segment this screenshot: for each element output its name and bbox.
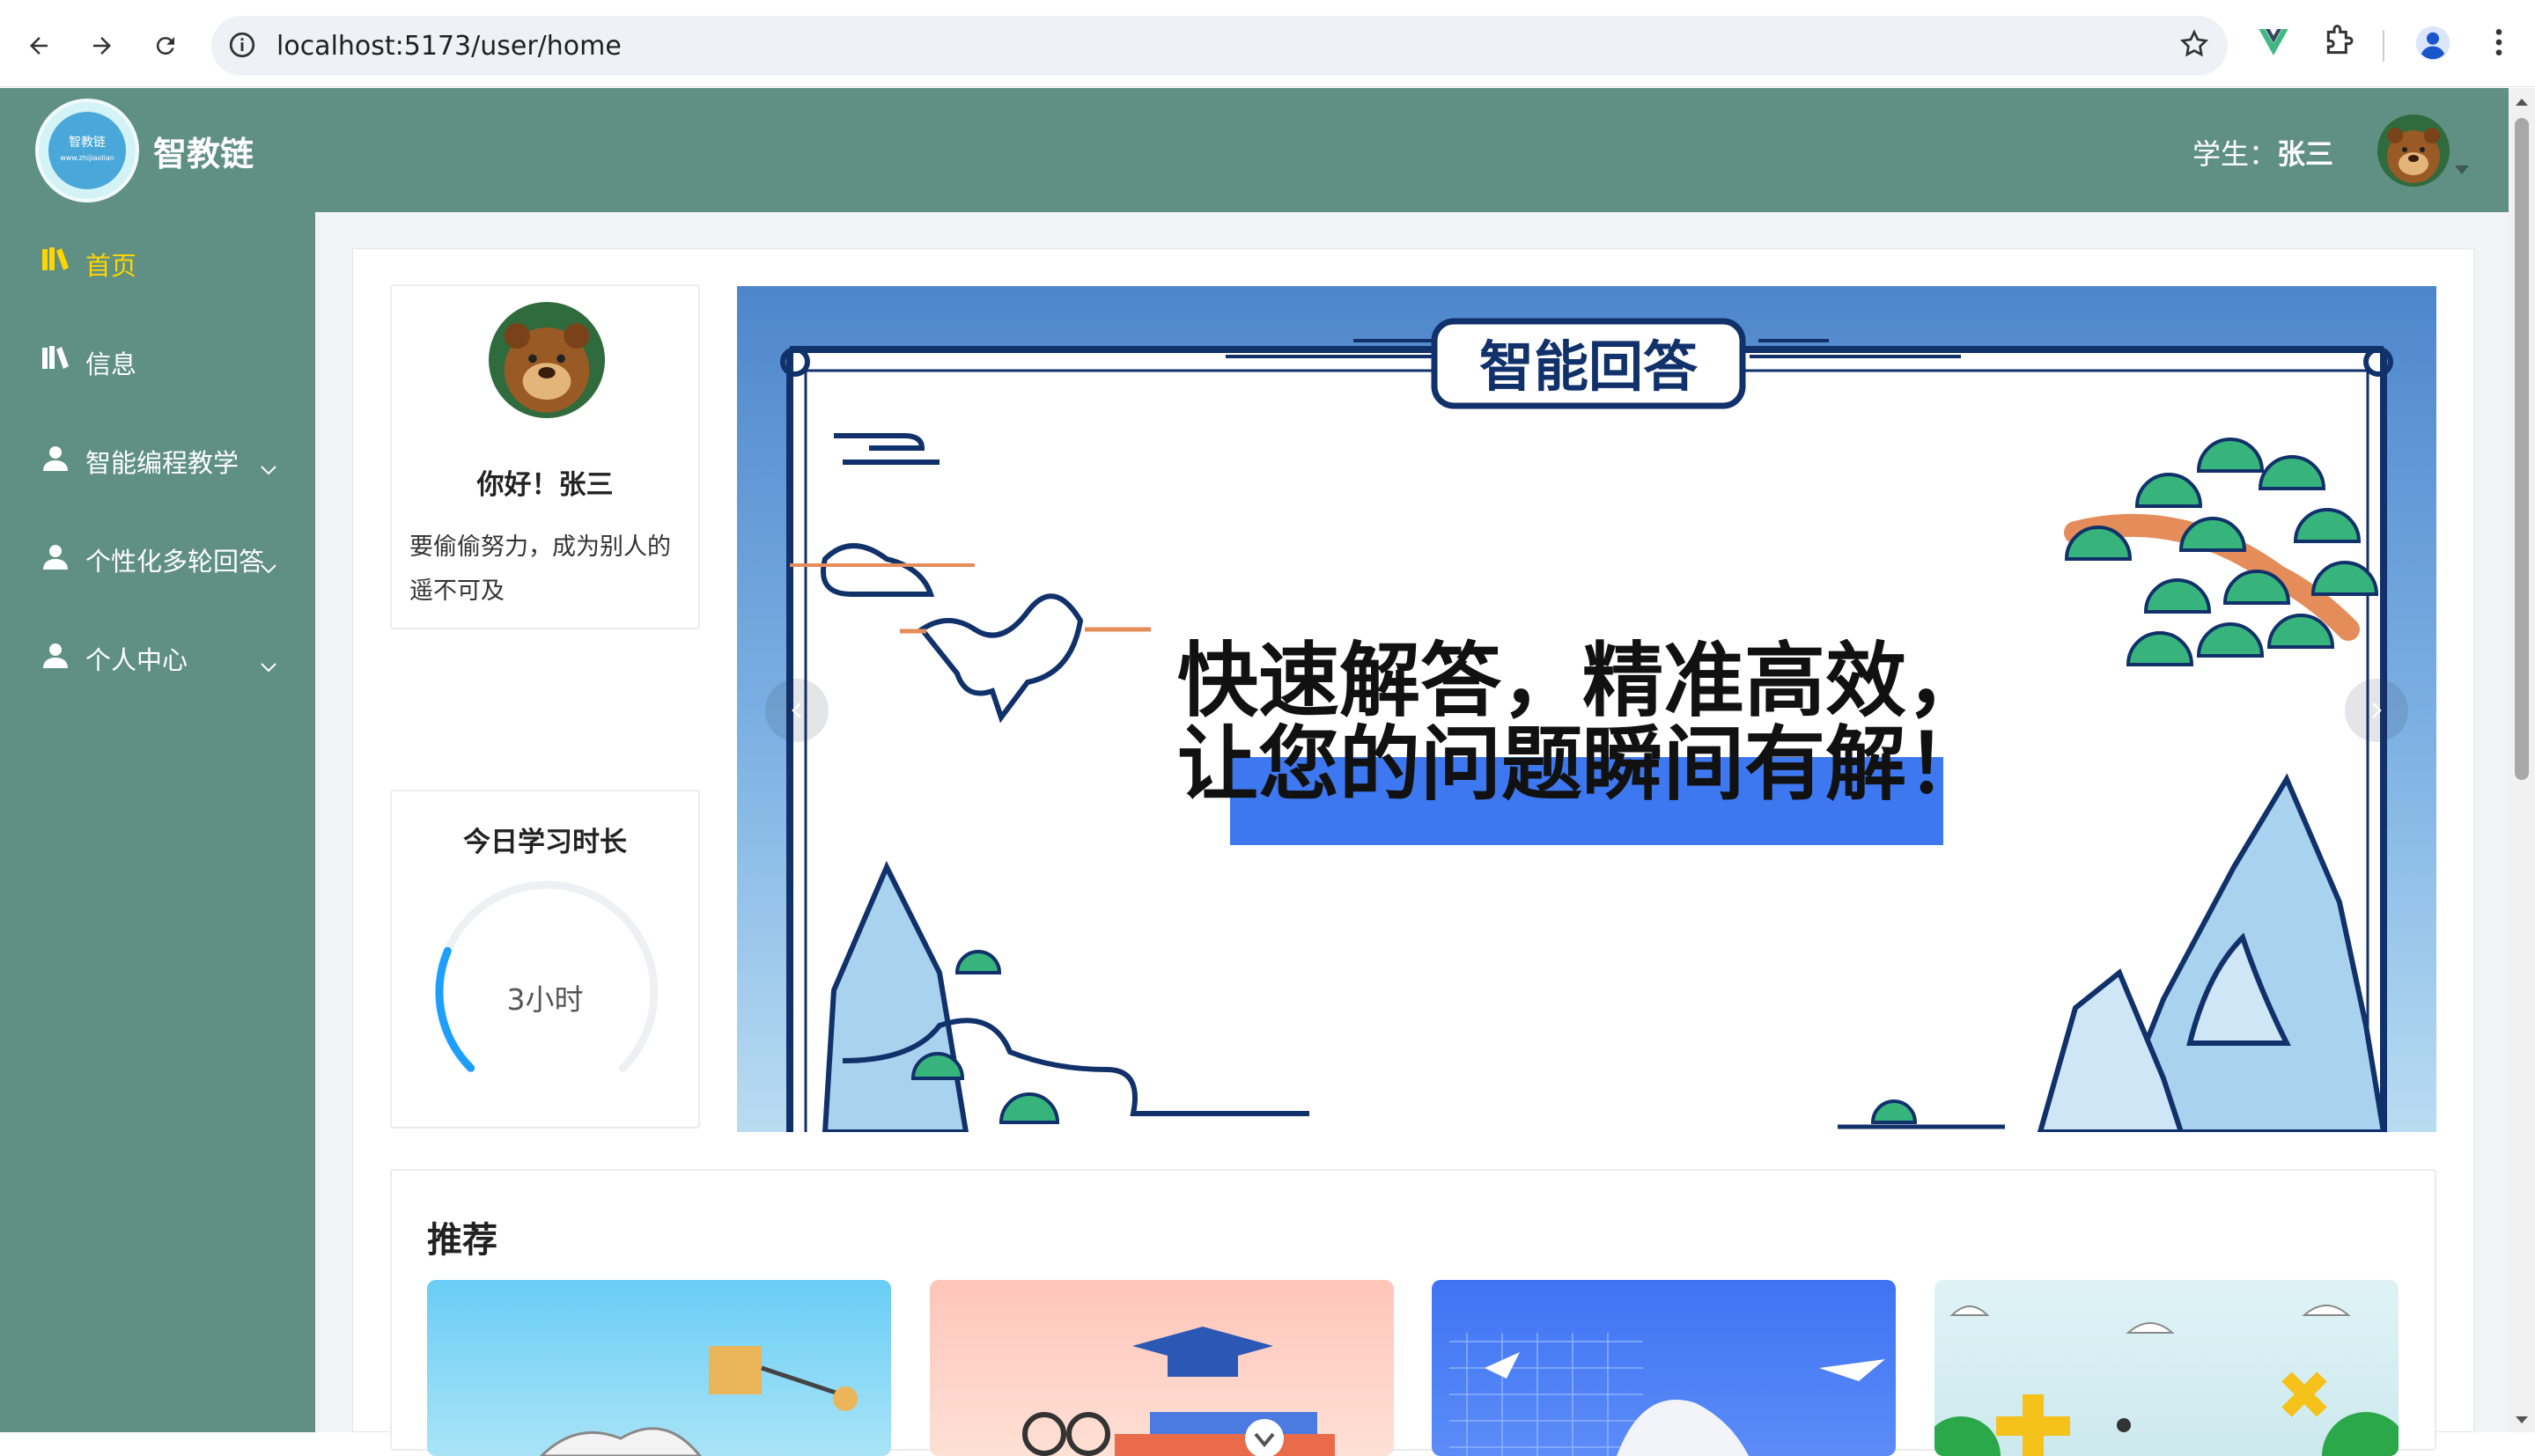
- study-time-card: 今日学习时长 3小时: [390, 790, 700, 1129]
- sidebar-item-programming[interactable]: 智能编程教学: [0, 409, 315, 508]
- logo-subtext: www.zhijiaolian: [60, 154, 114, 162]
- site-info-icon[interactable]: [227, 30, 257, 63]
- user-icon: [42, 642, 69, 674]
- brand-name: 智教链: [153, 135, 254, 173]
- study-time-title: 今日学习时长: [463, 827, 627, 858]
- reload-icon[interactable]: [146, 26, 185, 65]
- role-label: 学生：: [2192, 137, 2278, 171]
- sidebar-item-home[interactable]: 首页: [0, 212, 315, 311]
- sidebar-item-label: 智能编程教学: [85, 448, 239, 478]
- study-time-value: 3小时: [506, 982, 584, 1017]
- sidebar: 首页 信息 智能编程教学 个性化多轮回答 个人中心: [0, 212, 315, 1432]
- logo-text: 智教链: [69, 136, 106, 150]
- recommend-card-4[interactable]: [1934, 1280, 2399, 1456]
- logo-badge: 智教链 www.zhijiaolian: [48, 112, 126, 189]
- sidebar-item-personal-center[interactable]: 个人中心: [0, 607, 315, 705]
- toolbar-divider: [2383, 30, 2384, 62]
- vue-devtools-icon[interactable]: [2256, 25, 2291, 63]
- carousel-slide-image: 智能回答 快速解答，精准高效， 让您的问题瞬间有解！: [780, 318, 2393, 1132]
- user-icon: [42, 543, 69, 576]
- scroll-down-icon: [2516, 1416, 2528, 1423]
- header-user-name: 张三: [2277, 137, 2334, 171]
- carousel-prev-button[interactable]: [765, 679, 829, 742]
- recommend-card-1[interactable]: [427, 1280, 891, 1456]
- profile-icon[interactable]: [2414, 25, 2451, 65]
- sidebar-item-label: 个人中心: [85, 645, 188, 675]
- banner-carousel[interactable]: 智能回答 快速解答，精准高效， 让您的问题瞬间有解！: [737, 286, 2436, 1132]
- motto-text: 要偷偷努力，成为别人的遥不可及: [409, 533, 671, 605]
- recommend-section: 推荐: [390, 1169, 2436, 1456]
- page-scrollbar[interactable]: [2509, 88, 2535, 1432]
- book-icon: [42, 346, 69, 377]
- extensions-icon[interactable]: [2321, 25, 2356, 63]
- recommend-card-3[interactable]: [1432, 1280, 1896, 1456]
- sidebar-item-label: 首页: [85, 251, 137, 281]
- forward-arrow-icon[interactable]: [83, 26, 122, 65]
- greeting-text: 你好！张三: [476, 469, 614, 501]
- banner-title: 智能回答: [1479, 335, 1699, 399]
- address-bar[interactable]: localhost:5173/user/home: [211, 16, 2228, 76]
- chevron-down-icon: [261, 452, 276, 482]
- user-menu-caret-icon[interactable]: [2455, 165, 2469, 174]
- recommend-title: 推荐: [427, 1220, 497, 1261]
- sidebar-item-multi-turn[interactable]: 个性化多轮回答: [0, 508, 315, 607]
- bookmark-star-icon[interactable]: [2178, 28, 2210, 63]
- logo[interactable]: 智教链 www.zhijiaolian: [35, 99, 139, 202]
- sidebar-item-label: 个性化多轮回答: [85, 547, 265, 577]
- banner-headline-1: 快速解答，精准高效，: [1177, 634, 1987, 728]
- more-menu-icon[interactable]: [2481, 25, 2517, 63]
- browser-toolbar: localhost:5173/user/home: [0, 0, 2535, 87]
- app-header: 智教链 www.zhijiaolian 智教链 学生：张三: [0, 88, 2509, 212]
- sidebar-item-label: 信息: [85, 349, 137, 379]
- back-arrow-icon[interactable]: [19, 26, 58, 65]
- carousel-next-button[interactable]: [2345, 679, 2408, 742]
- user-role: 学生：张三: [2192, 132, 2333, 173]
- header-avatar[interactable]: [2377, 114, 2450, 187]
- sidebar-item-info[interactable]: 信息: [0, 311, 315, 409]
- scroll-up-icon: [2516, 99, 2528, 106]
- chevron-down-icon: [261, 550, 276, 580]
- url-text[interactable]: localhost:5173/user/home: [276, 31, 622, 62]
- profile-card: 你好！张三 要偷偷努力，成为别人的遥不可及: [390, 284, 700, 629]
- user-icon: [42, 445, 69, 477]
- banner-headline-2: 让您的问题瞬间有解！: [1177, 717, 1987, 812]
- book-icon: [42, 247, 69, 278]
- recommend-card-2[interactable]: [930, 1280, 1394, 1456]
- profile-avatar: [489, 302, 605, 418]
- chevron-down-icon: [261, 649, 276, 679]
- scrollbar-thumb[interactable]: [2515, 118, 2529, 780]
